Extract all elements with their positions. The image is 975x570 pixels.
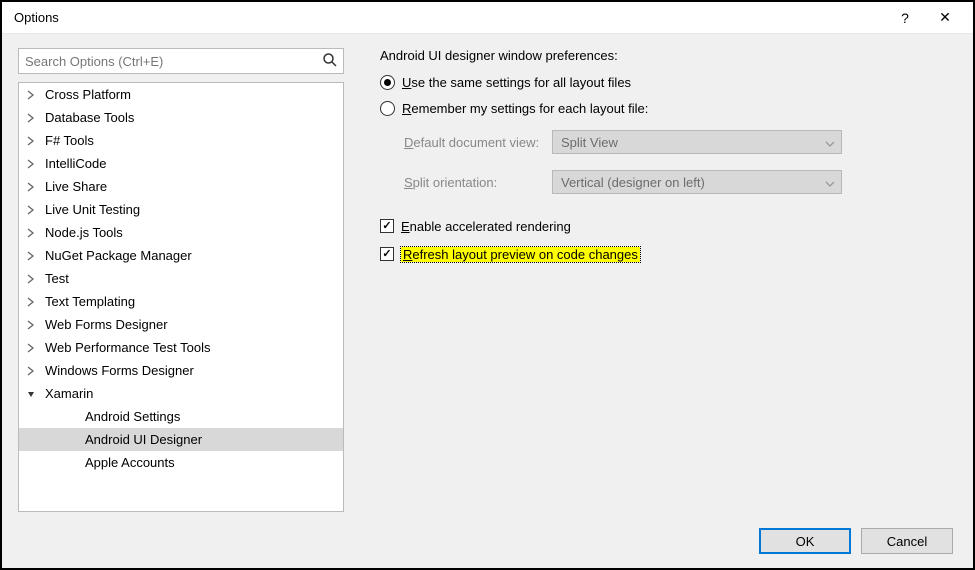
tree-scroll[interactable]: Cross Platform Database Tools F# Tools Inte… — [19, 83, 343, 511]
chevron-right-icon[interactable] — [25, 135, 37, 147]
tree-item-label: Web Forms Designer — [45, 317, 168, 332]
chevron-right-icon[interactable] — [25, 342, 37, 354]
radio-remember-settings[interactable]: Remember my settings for each layout fil… — [380, 97, 957, 119]
tree-item-label: IntelliCode — [45, 156, 106, 171]
cancel-button[interactable]: Cancel — [861, 528, 953, 554]
help-button[interactable]: ? — [885, 3, 925, 33]
tree-arrow-spacer — [65, 434, 77, 446]
refresh-layout-checkbox[interactable]: Refresh layout preview on code changes — [380, 243, 957, 265]
tree-item[interactable]: Android UI Designer — [19, 428, 343, 451]
dialog-body: Cross Platform Database Tools F# Tools Inte… — [18, 48, 957, 512]
tree-item-label: Web Performance Test Tools — [45, 340, 210, 355]
tree-item[interactable]: Xamarin — [19, 382, 343, 405]
tree-item[interactable]: Test — [19, 267, 343, 290]
chevron-right-icon[interactable] — [25, 204, 37, 216]
chevron-right-icon[interactable] — [25, 112, 37, 124]
chevron-right-icon[interactable] — [25, 181, 37, 193]
default-view-row: Default document view: Split View — [380, 127, 957, 157]
tree-arrow-spacer — [65, 411, 77, 423]
checkbox-label: Refresh layout preview on code changes — [401, 247, 640, 262]
tree-item-label: Test — [45, 271, 69, 286]
tree-item[interactable]: Live Unit Testing — [19, 198, 343, 221]
chevron-down-icon — [825, 135, 835, 150]
tree-item-label: Live Unit Testing — [45, 202, 140, 217]
tree-item-label: Apple Accounts — [85, 455, 175, 470]
chevron-down-icon[interactable] — [25, 388, 37, 400]
radio-label: Remember my settings for each layout fil… — [402, 101, 648, 116]
tree-item[interactable]: Live Share — [19, 175, 343, 198]
tree-item[interactable]: Android Settings — [19, 405, 343, 428]
tree-item-label: Node.js Tools — [45, 225, 123, 240]
tree-item[interactable]: Database Tools — [19, 106, 343, 129]
tree-item[interactable]: Web Performance Test Tools — [19, 336, 343, 359]
split-orientation-label: Split orientation: — [380, 175, 552, 190]
tree-item-label: NuGet Package Manager — [45, 248, 192, 263]
right-panel: Android UI designer window preferences: … — [380, 48, 957, 512]
chevron-right-icon[interactable] — [25, 250, 37, 262]
tree-item[interactable]: Web Forms Designer — [19, 313, 343, 336]
tree-item[interactable]: Node.js Tools — [19, 221, 343, 244]
titlebar: Options ? ✕ — [2, 2, 973, 34]
window-title: Options — [14, 10, 885, 25]
search-icon[interactable] — [322, 52, 338, 68]
client-area: Cross Platform Database Tools F# Tools Inte… — [2, 34, 973, 568]
close-icon: ✕ — [939, 9, 951, 26]
tree-item-label: Database Tools — [45, 110, 134, 125]
tree-item[interactable]: F# Tools — [19, 129, 343, 152]
chevron-right-icon[interactable] — [25, 158, 37, 170]
checkbox-icon — [380, 247, 394, 261]
split-orientation-dropdown[interactable]: Vertical (designer on left) — [552, 170, 842, 194]
default-view-dropdown[interactable]: Split View — [552, 130, 842, 154]
close-button[interactable]: ✕ — [925, 3, 965, 33]
checkbox-label: Enable accelerated rendering — [401, 219, 571, 234]
ok-button[interactable]: OK — [759, 528, 851, 554]
options-tree: Cross Platform Database Tools F# Tools Inte… — [18, 82, 344, 512]
radio-same-settings[interactable]: Use the same settings for all layout fil… — [380, 71, 957, 93]
tree-item-label: Cross Platform — [45, 87, 131, 102]
tree-item[interactable]: Cross Platform — [19, 83, 343, 106]
tree-item-label: Live Share — [45, 179, 107, 194]
pane-heading: Android UI designer window preferences: — [380, 48, 957, 63]
search-wrap — [18, 48, 344, 74]
tree-item[interactable]: NuGet Package Manager — [19, 244, 343, 267]
radio-label: Use the same settings for all layout fil… — [402, 75, 631, 90]
tree-item[interactable]: IntelliCode — [19, 152, 343, 175]
split-orientation-row: Split orientation: Vertical (designer on… — [380, 167, 957, 197]
tree-arrow-spacer — [65, 457, 77, 469]
search-input[interactable] — [18, 48, 344, 74]
chevron-right-icon[interactable] — [25, 273, 37, 285]
checkbox-icon — [380, 219, 394, 233]
radio-icon — [380, 75, 395, 90]
radio-icon — [380, 101, 395, 116]
dialog-footer: OK Cancel — [18, 512, 957, 558]
tree-item[interactable]: Windows Forms Designer — [19, 359, 343, 382]
chevron-right-icon[interactable] — [25, 296, 37, 308]
chevron-right-icon[interactable] — [25, 227, 37, 239]
options-dialog: Options ? ✕ Cross Platform Database Tools… — [0, 0, 975, 570]
tree-item-label: Android Settings — [85, 409, 180, 424]
chevron-right-icon[interactable] — [25, 89, 37, 101]
tree-item[interactable]: Apple Accounts — [19, 451, 343, 474]
tree-item[interactable]: Text Templating — [19, 290, 343, 313]
tree-item-label: Windows Forms Designer — [45, 363, 194, 378]
left-panel: Cross Platform Database Tools F# Tools Inte… — [18, 48, 344, 512]
enable-accel-checkbox[interactable]: Enable accelerated rendering — [380, 215, 957, 237]
tree-item-label: F# Tools — [45, 133, 94, 148]
tree-item-label: Text Templating — [45, 294, 135, 309]
tree-item-label: Xamarin — [45, 386, 93, 401]
default-view-label: Default document view: — [380, 135, 552, 150]
dropdown-value: Vertical (designer on left) — [561, 175, 705, 190]
chevron-right-icon[interactable] — [25, 365, 37, 377]
help-icon: ? — [901, 10, 909, 26]
dropdown-value: Split View — [561, 135, 618, 150]
chevron-down-icon — [825, 175, 835, 190]
chevron-right-icon[interactable] — [25, 319, 37, 331]
tree-item-label: Android UI Designer — [85, 432, 202, 447]
